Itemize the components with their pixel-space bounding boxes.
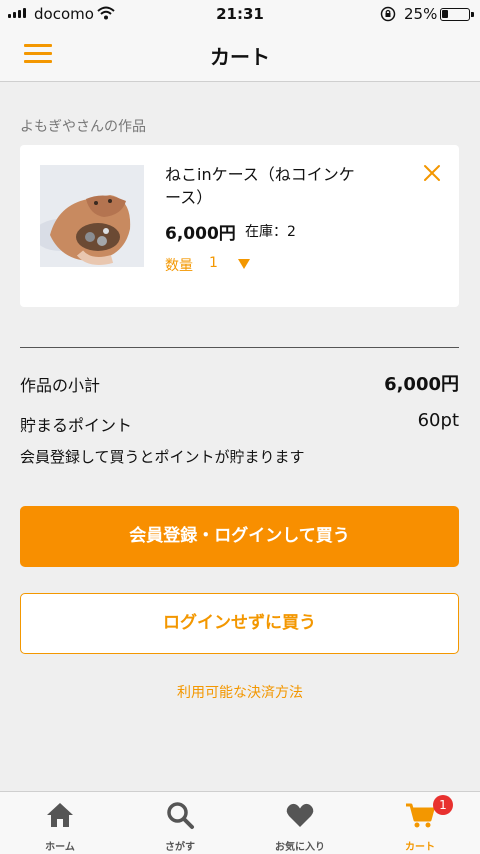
payment-methods-link[interactable]: 利用可能な決済方法 — [0, 682, 480, 702]
subtotal-value: 6,000円 — [384, 374, 459, 395]
item-thumbnail[interactable] — [40, 165, 144, 267]
cart-item-card: ねこinケース（ねコインケース） 6,000円 在庫：2 数量 1 — [20, 145, 459, 307]
home-icon — [45, 800, 75, 830]
quantity-label: 数量 — [165, 258, 193, 274]
app-header: カート — [0, 28, 480, 82]
tab-search-label: さがす — [165, 842, 195, 853]
divider — [20, 347, 459, 348]
subtotal-label: 作品の小計 — [20, 376, 101, 395]
search-icon — [165, 800, 195, 830]
register-login-buy-button[interactable]: 会員登録・ログインして買う — [20, 506, 459, 567]
page-title: カート — [210, 45, 270, 69]
points-note: 会員登録して買うとポイントが貯まります — [20, 448, 305, 466]
heart-icon — [285, 800, 315, 830]
battery-percent: 25% — [404, 5, 438, 23]
status-bar: docomo 21:31 25% — [0, 0, 480, 28]
tab-home[interactable]: ホーム — [0, 792, 120, 854]
tab-search[interactable]: さがす — [120, 792, 240, 854]
rotation-lock-icon — [380, 6, 396, 26]
item-name[interactable]: ねこinケース（ねコインケース） — [165, 163, 365, 209]
close-icon[interactable] — [420, 161, 444, 185]
shop-name[interactable]: よもぎやさんの作品 — [20, 116, 146, 136]
cart-count-badge: 1 — [433, 795, 453, 815]
quantity-select[interactable]: 1 — [209, 255, 218, 271]
tab-favorites[interactable]: お気に入り — [240, 792, 360, 854]
battery-icon — [440, 8, 474, 21]
tab-cart[interactable]: 1 カート — [360, 792, 480, 854]
item-price: 6,000円 — [165, 224, 236, 244]
tab-home-label: ホーム — [45, 842, 75, 853]
item-stock: 在庫：2 — [245, 224, 296, 240]
points-value: 60pt — [417, 410, 459, 431]
tab-bar: ホーム さがす お気に入り 1 カート — [0, 791, 480, 854]
points-label: 貯まるポイント — [20, 416, 133, 435]
cart-icon — [405, 800, 435, 830]
tab-cart-label: カート — [405, 842, 435, 853]
tab-favorites-label: お気に入り — [275, 842, 325, 853]
guest-buy-button[interactable]: ログインせずに買う — [20, 593, 459, 654]
caret-down-icon[interactable] — [238, 259, 250, 269]
